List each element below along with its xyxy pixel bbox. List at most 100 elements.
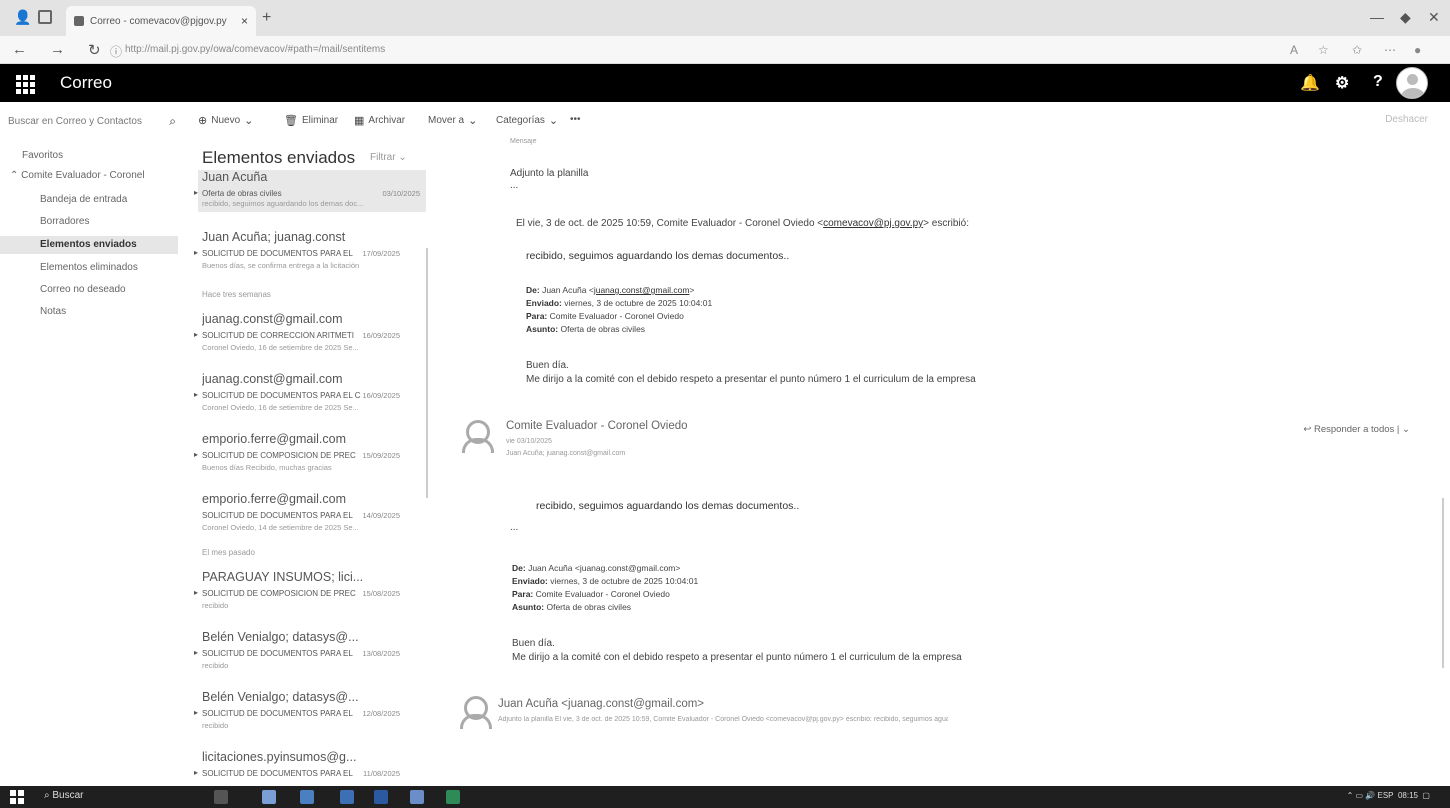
list-item[interactable]: licitaciones.pyinsumos@g... ▸ SOLICITUD … [194,750,426,786]
subject-label: Asunto: [526,324,559,334]
profile-icon[interactable]: 👤 [14,9,31,26]
file-explorer-icon[interactable] [340,790,354,804]
avatar[interactable] [1396,67,1428,99]
mailbox-group[interactable]: ⌃ Comite Evaluador - Coronel [10,170,145,181]
expand-icon[interactable]: ▸ [194,708,198,717]
to-value: Comite Evaluador - Coronel Oviedo [535,589,670,599]
body-line: Me dirijo a la comité con el debido resp… [526,374,976,385]
help-icon[interactable]: ? [1373,73,1383,91]
search-icon[interactable]: ⌕ [169,114,176,129]
folder-sent-items[interactable]: Elementos enviados [0,236,178,254]
expand-icon[interactable]: ▸ [194,390,198,399]
message-preview: recibido, seguimos aguardando los demas … [202,199,364,208]
system-tray[interactable]: ⌃ ▭ 🔊 ESP 08:15 ▢ [1347,791,1430,800]
undo-button[interactable]: Deshacer [1385,114,1428,125]
archive-button[interactable]: ▦ Archivar [354,114,405,127]
taskbar-search[interactable]: ⌕ Buscar [44,790,84,801]
read-aloud-icon[interactable]: A [1290,43,1298,57]
plus-icon: ⊕ [198,115,208,127]
command-toolbar: Buscar en Correo y Contactos ⌕ ⊕ Nuevo ⌄… [0,102,1450,138]
reading-pane: Mensaje Adjunto la planilla ... El vie, … [440,138,1450,786]
message-date: 16/09/2025 [362,331,400,340]
reading-scrollbar[interactable] [1442,498,1444,668]
star-outline-icon[interactable]: ☆ [1318,43,1329,57]
folder-notes[interactable]: Notas [40,306,66,317]
browser-tab[interactable]: Correo - comevacov@pjgov.py × [66,6,256,36]
widgets-icon[interactable] [214,790,228,804]
list-item[interactable]: PARAGUAY INSUMOS; lici... ▸ SOLICITUD DE… [194,570,426,628]
maximize-icon[interactable]: ◆ [1400,9,1411,26]
task-view-icon[interactable] [262,790,276,804]
window-close-icon[interactable]: ✕ [1428,9,1440,26]
refresh-icon[interactable]: ↻ [88,41,101,59]
list-item[interactable]: emporio.ferre@gmail.com SOLICITUD DE DOC… [198,492,426,550]
tab-close-icon[interactable]: × [241,14,248,28]
more-icon[interactable]: ⋯ [1384,43,1396,57]
trimmed-content[interactable]: ... [510,180,518,191]
site-info-icon[interactable]: ⓘ [110,43,122,60]
move-to-button[interactable]: Mover a ⌄ [428,114,477,127]
expand-icon[interactable]: ▸ [194,648,198,657]
favorites-icon[interactable]: ✩ [1352,43,1362,57]
excel-icon[interactable] [446,790,460,804]
sender-name[interactable]: Comite Evaluador - Coronel Oviedo [506,420,688,432]
folder-inbox[interactable]: Bandeja de entrada [40,194,127,205]
reply-all-button[interactable]: ↩ Responder a todos | ⌄ [1303,424,1410,435]
expand-icon[interactable]: ▸ [194,450,198,459]
list-item[interactable]: Juan Acuña ▸ Oferta de obras civiles 03/… [194,170,426,212]
sender-name[interactable]: Juan Acuña <juanag.const@gmail.com> [498,698,704,710]
list-item[interactable]: Juan Acuña; juanag.const ▸ SOLICITUD DE … [194,230,426,288]
forward-icon[interactable]: → [50,41,65,58]
expand-icon[interactable]: ▸ [194,330,198,339]
quote-header: El vie, 3 de oct. de 2025 10:59, Comite … [516,218,969,229]
folder-deleted-items[interactable]: Elementos eliminados [40,262,138,273]
from-email-link[interactable]: juanag.const@gmail.com [594,285,690,295]
folder-drafts[interactable]: Borradores [40,216,89,227]
sent-value: viernes, 3 de octubre de 2025 10:04:01 [550,576,699,586]
list-scrollbar[interactable] [426,248,428,498]
quote-intro: El vie, 3 de oct. de 2025 10:59, Comite … [516,218,824,229]
message-meta: Mensaje [510,138,537,145]
expand-icon[interactable]: ▸ [194,588,198,597]
expand-icon[interactable]: ▸ [194,188,198,197]
search-input[interactable]: Buscar en Correo y Contactos ⌕ [8,112,176,130]
expand-icon[interactable]: ▸ [194,248,198,257]
more-actions-button[interactable]: ••• [570,114,581,125]
back-icon[interactable]: ← [12,41,27,58]
to-label: Para: [526,311,548,321]
quote-email-link[interactable]: comevacov@pj.gov.py [823,218,923,229]
message-preview: recibido [202,721,229,730]
list-item[interactable]: Belén Venialgo; datasys@... ▸ SOLICITUD … [194,630,426,688]
categories-button[interactable]: Categorías ⌄ [496,114,558,127]
edge-icon[interactable] [300,790,314,804]
new-tab-button[interactable]: + [262,9,271,27]
favorites-header[interactable]: Favoritos [22,150,63,161]
subject-value: Oferta de obras civiles [560,324,646,334]
delete-button[interactable]: 🗑 Eliminar [284,114,338,127]
extension-icon[interactable]: ● [1414,43,1421,57]
trimmed-content[interactable]: ... [510,522,518,533]
filter-button[interactable]: Filtrar ⌄ [370,152,407,163]
minimize-icon[interactable]: — [1370,9,1384,25]
folder-junk[interactable]: Correo no deseado [40,284,126,295]
clock[interactable]: 08:15 [1398,791,1418,800]
expand-icon[interactable]: ▸ [194,768,198,777]
chevron-down-icon: ⌄ [468,115,478,127]
new-button[interactable]: ⊕ Nuevo ⌄ [198,114,253,127]
app-icon[interactable] [410,790,424,804]
app-launcher-icon[interactable] [12,71,36,95]
windows-start-icon[interactable] [10,790,24,804]
store-icon[interactable] [374,790,388,804]
list-item[interactable]: Belén Venialgo; datasys@... ▸ SOLICITUD … [194,690,426,748]
tab-actions-icon[interactable] [38,10,52,24]
language-indicator[interactable]: ESP [1377,791,1393,800]
body-text: Adjunto la planilla [510,168,589,179]
delete-label: Eliminar [301,115,339,126]
gear-icon[interactable]: ⚙ [1335,73,1349,93]
list-item[interactable]: juanag.const@gmail.com ▸ SOLICITUD DE CO… [194,312,426,370]
url-field[interactable]: http://mail.pj.gov.py/owa/comevacov/#pat… [125,44,385,55]
list-item[interactable]: juanag.const@gmail.com ▸ SOLICITUD DE DO… [194,372,426,430]
list-item[interactable]: emporio.ferre@gmail.com ▸ SOLICITUD DE C… [194,432,426,490]
message-preview: recibido [202,601,229,610]
bell-icon[interactable]: 🔔 [1300,73,1320,93]
